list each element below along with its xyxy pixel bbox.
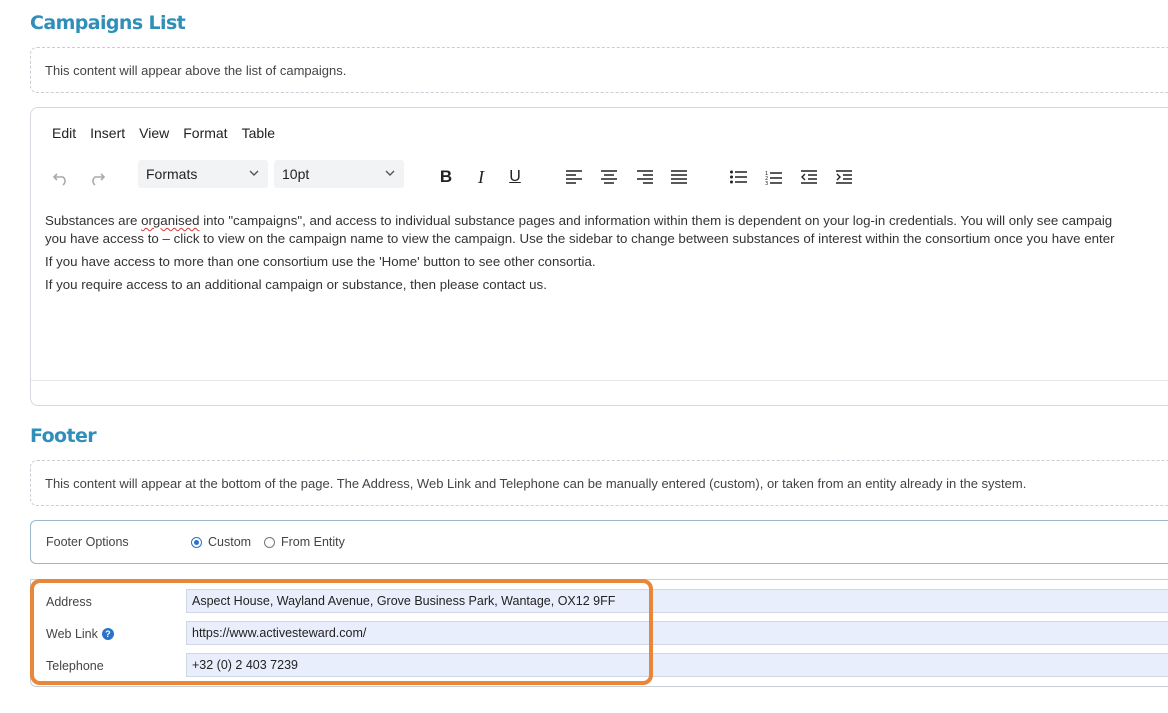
chevron-down-icon	[248, 166, 260, 182]
indent-icon[interactable]	[831, 160, 857, 194]
redo-icon[interactable]	[84, 160, 110, 194]
menu-format[interactable]: Format	[183, 125, 227, 141]
para1-rest: into "campaigns", and access to individu…	[199, 213, 1113, 228]
campaigns-hint-text: This content will appear above the list …	[45, 62, 347, 78]
address-input[interactable]: Aspect House, Wayland Avenue, Grove Busi…	[186, 589, 1168, 613]
formats-select[interactable]: Formats	[138, 160, 268, 188]
radio-custom[interactable]	[191, 536, 202, 548]
footer-option-entity[interactable]: From Entity	[264, 535, 345, 549]
align-left-icon[interactable]	[561, 160, 587, 194]
weblink-label-text: Web Link	[46, 627, 98, 641]
telephone-label: Telephone	[46, 659, 104, 673]
address-label: Address	[46, 595, 92, 609]
bold-icon[interactable]: B	[433, 160, 459, 194]
weblink-row: Web Link ? https://www.activesteward.com…	[31, 621, 1168, 645]
align-center-icon[interactable]	[596, 160, 622, 194]
footer-options-label: Footer Options	[46, 535, 129, 549]
para1-line2: you have access to – click to view on th…	[45, 231, 1115, 246]
radio-custom-label: Custom	[208, 535, 252, 549]
address-row: Address Aspect House, Wayland Avenue, Gr…	[31, 589, 1168, 613]
editor-paragraph-3: If you require access to an additional c…	[45, 277, 547, 292]
italic-icon[interactable]: I	[468, 160, 494, 194]
font-size-select-value: 10pt	[282, 166, 310, 182]
menu-edit[interactable]: Edit	[52, 125, 76, 141]
footer-option-custom[interactable]: Custom	[191, 535, 251, 549]
telephone-input[interactable]: +32 (0) 2 403 7239	[186, 653, 1168, 677]
font-size-select[interactable]: 10pt	[274, 160, 404, 188]
editor-toolbar: Formats 10pt B I U 1 2 3	[31, 160, 1168, 194]
para1-start: Substances are	[45, 213, 142, 228]
misspelled-word: organised	[141, 213, 200, 228]
numbered-list-icon[interactable]: 123	[760, 160, 786, 194]
menu-table[interactable]: Table	[242, 125, 275, 141]
rich-text-editor[interactable]: Edit Insert View Format Table Formats 10…	[30, 107, 1168, 406]
underline-icon[interactable]: U	[502, 160, 528, 194]
editor-paragraph-1: Substances are organised into "campaigns…	[45, 212, 1115, 248]
footer-hint: This content will appear at the bottom o…	[30, 460, 1168, 506]
telephone-row: Telephone +32 (0) 2 403 7239	[31, 653, 1168, 677]
footer-fields-panel: Address Aspect House, Wayland Avenue, Gr…	[30, 579, 1168, 687]
outdent-icon[interactable]	[796, 160, 822, 194]
svg-text:3: 3	[765, 181, 768, 185]
footer-options-panel: Footer Options Custom From Entity	[30, 520, 1168, 564]
help-icon[interactable]: ?	[101, 628, 114, 640]
campaigns-hint: This content will appear above the list …	[30, 47, 1168, 93]
bullet-list-icon[interactable]	[725, 160, 751, 194]
address-value: Aspect House, Wayland Avenue, Grove Busi…	[192, 594, 616, 608]
campaigns-list-title: Campaigns List	[30, 12, 186, 34]
weblink-value: https://www.activesteward.com/	[192, 626, 367, 640]
telephone-value: +32 (0) 2 403 7239	[192, 658, 298, 672]
editor-statusbar	[31, 380, 1168, 405]
formats-select-value: Formats	[146, 166, 198, 182]
editor-content[interactable]: Substances are organised into "campaigns…	[45, 212, 1115, 299]
radio-entity-label: From Entity	[281, 535, 345, 549]
address-label-text: Address	[46, 595, 92, 609]
undo-icon[interactable]	[48, 160, 74, 194]
align-right-icon[interactable]	[632, 160, 658, 194]
editor-paragraph-2: If you have access to more than one cons…	[45, 254, 596, 269]
weblink-input[interactable]: https://www.activesteward.com/	[186, 621, 1168, 645]
weblink-label: Web Link ?	[46, 627, 114, 641]
menu-insert[interactable]: Insert	[90, 125, 125, 141]
footer-hint-text: This content will appear at the bottom o…	[45, 475, 1027, 491]
radio-from-entity[interactable]	[264, 536, 275, 548]
align-justify-icon[interactable]	[666, 160, 692, 194]
telephone-label-text: Telephone	[46, 659, 104, 673]
menu-view[interactable]: View	[139, 125, 169, 141]
editor-menubar: Edit Insert View Format Table	[52, 125, 275, 141]
chevron-down-icon	[384, 166, 396, 182]
footer-title: Footer	[30, 425, 97, 447]
